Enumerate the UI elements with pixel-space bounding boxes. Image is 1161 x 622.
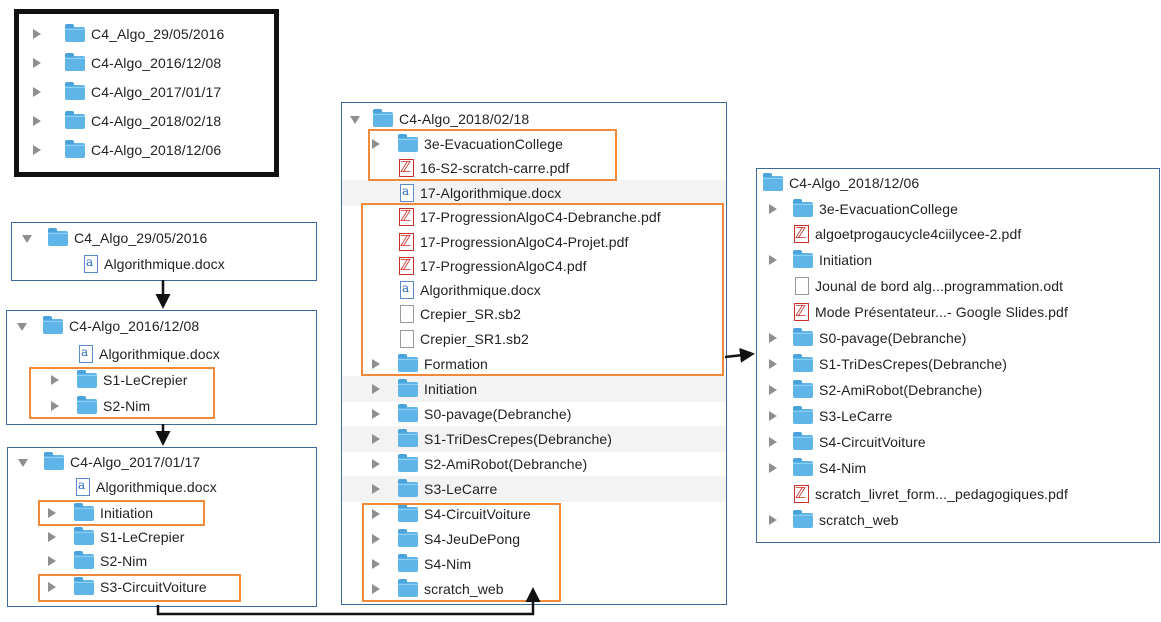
connector-arrows	[155, 280, 755, 616]
arrow-p5-to-p6	[724, 347, 755, 363]
arrow-p4-to-p5	[156, 587, 541, 616]
